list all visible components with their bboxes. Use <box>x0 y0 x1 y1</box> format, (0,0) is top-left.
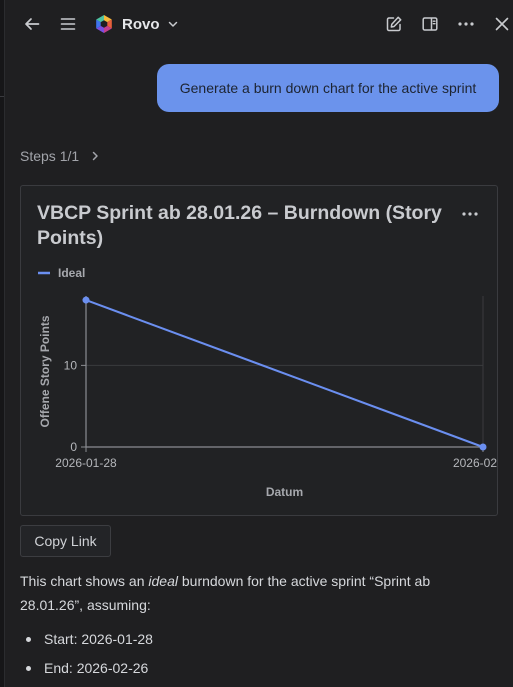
answer-intro-part: This chart shows an <box>20 573 149 589</box>
y-axis-label: Offene Story Points <box>38 315 52 427</box>
chevron-down-icon <box>168 21 177 27</box>
burndown-chart: 0 10 2026-01-28 2026-02 Datum Offene Story Po… <box>38 266 497 499</box>
left-panel-edge <box>0 0 5 687</box>
list-item: End: 2026-02-26 <box>20 656 490 680</box>
data-point <box>82 296 90 304</box>
answer-intro-emphasis: ideal <box>148 573 178 589</box>
y-tick-label: 10 <box>64 358 78 372</box>
list-item: Start: 2026-01-28 <box>20 627 490 651</box>
data-point <box>479 443 487 451</box>
rovo-brand-switcher[interactable]: Rovo <box>94 12 179 36</box>
legend-label: Ideal <box>58 266 85 280</box>
edit-icon[interactable] <box>381 11 407 37</box>
hamburger-icon[interactable] <box>55 11 81 37</box>
sidebar-panel-icon[interactable] <box>417 11 443 37</box>
rovo-logo <box>96 15 112 33</box>
user-message-bubble: Generate a burn down chart for the activ… <box>157 64 499 112</box>
x-tick-label: 2026-02 <box>453 456 497 470</box>
panel-divider <box>0 96 4 97</box>
more-horizontal-icon[interactable] <box>453 11 479 37</box>
x-tick-label: 2026-01-28 <box>55 456 117 470</box>
brand-name: Rovo <box>122 15 160 33</box>
chart-card: VBCP Sprint ab 28.01.26 – Burndown (Stor… <box>20 185 498 516</box>
series-line-ideal <box>85 299 484 448</box>
chevron-right-icon <box>92 151 98 161</box>
close-icon[interactable] <box>489 11 513 37</box>
answer-intro: This chart shows an ideal burndown for t… <box>20 569 490 617</box>
answer-text: This chart shows an ideal burndown for t… <box>20 569 490 685</box>
steps-label: Steps 1/1 <box>20 148 80 164</box>
y-tick-label: 0 <box>70 440 77 454</box>
steps-toggle[interactable]: Steps 1/1 <box>20 146 101 166</box>
user-message-text: Generate a burn down chart for the activ… <box>179 80 477 96</box>
top-bar: Rovo <box>4 0 513 48</box>
x-axis-label: Datum <box>266 485 303 499</box>
copy-link-button[interactable]: Copy Link <box>20 525 111 557</box>
arrow-left-icon[interactable] <box>19 11 45 37</box>
assumption-list: Start: 2026-01-28 End: 2026-02-26 <box>20 627 490 680</box>
